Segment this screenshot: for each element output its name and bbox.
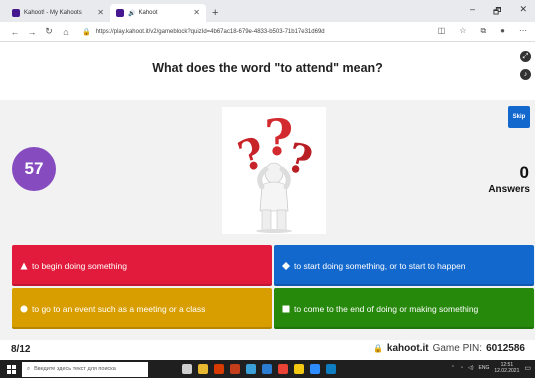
close-window-button[interactable]: ✕ [519,4,527,20]
answer-option-blue[interactable]: to start doing something, or to start to… [274,245,534,286]
edge-icon[interactable] [246,364,256,374]
tab-close-icon[interactable]: ✕ [193,8,200,17]
word-icon[interactable] [262,364,272,374]
game-pin-info: 🔒 kahoot.it Game PIN: 6012586 [373,343,525,354]
game-footer: 8/12 🔒 kahoot.it Game PIN: 6012586 [0,340,535,360]
url-text: https://play.kahoot.it/v2/gameblock?quiz… [95,28,325,35]
address-bar[interactable]: 🔒 https://play.kahoot.it/v2/gameblock?qu… [82,25,432,39]
powerpoint-icon[interactable] [230,364,240,374]
answer-option-yellow[interactable]: to go to an event such as a meeting or a… [12,288,272,329]
browser-tab-strip: Kahoot! - My Kahoots ✕ 🔊 Kahoot ✕ + – 🗗 … [0,0,535,22]
question-counter: 8/12 [11,344,31,355]
reload-icon[interactable]: ↻ [42,26,56,37]
question-title: What does the word "to attend" mean? [152,61,383,75]
diamond-icon [281,261,291,271]
app-icon[interactable] [294,364,304,374]
task-view-icon[interactable] [182,364,192,374]
tab-label: Kahoot [138,10,158,16]
browser-app-icon[interactable] [326,364,336,374]
office-icon[interactable] [214,364,224,374]
countdown-timer: 57 [12,147,56,191]
circle-icon [19,304,29,314]
search-icon: ⌕ [27,365,31,372]
reading-view-icon[interactable]: ◫ [438,26,446,36]
square-icon [281,304,291,314]
answers-count: 0 [519,163,529,182]
search-placeholder: Введите здесь текст для поиска [34,366,116,372]
notifications-icon[interactable]: ▭ [524,364,531,372]
answer-text: to come to the end of doing or making so… [294,303,479,314]
skip-button[interactable]: Skip [508,106,530,128]
back-arrow-icon[interactable]: ← [8,27,22,37]
lock-icon: 🔒 [372,344,383,353]
profile-avatar-icon[interactable]: ● [500,26,505,36]
windows-start-icon[interactable] [0,360,22,378]
home-icon[interactable]: ⌂ [59,27,73,37]
answer-option-green[interactable]: to come to the end of doing or making so… [274,288,534,329]
kahoot-favicon-icon [116,9,124,17]
fullscreen-icon[interactable]: ⤢ [520,51,531,62]
answer-text: to start doing something, or to start to… [294,260,466,271]
tab-kahoot[interactable]: 🔊 Kahoot ✕ [110,4,206,22]
kahoot-favicon-icon [12,9,20,17]
clock-date: 12.02.2021 [494,368,520,374]
system-tray: ⌃ ◔ ◁) ENG 12:51 12.02.2021 ▭ [451,362,531,374]
language-indicator[interactable]: ENG [479,365,490,371]
triangle-icon [19,261,29,271]
question-image: ? ? ? [222,107,326,234]
chrome-icon[interactable] [278,364,288,374]
answer-text: to begin doing something [32,260,127,271]
restore-button[interactable]: 🗗 [493,4,501,20]
collections-icon[interactable]: ⧉ [480,26,486,36]
lock-icon: 🔒 [82,28,91,36]
forward-arrow-icon[interactable]: → [25,27,39,37]
chevron-up-icon[interactable]: ⌃ [451,365,455,371]
zoom-icon[interactable] [310,364,320,374]
network-icon[interactable]: ◔ [460,365,463,371]
browser-toolbar: ← → ↻ ⌂ 🔒 https://play.kahoot.it/v2/game… [0,22,535,42]
sound-icon[interactable]: ♪ [520,69,531,80]
volume-icon[interactable]: ◁) [468,365,474,371]
answer-text: to go to an event such as a meeting or a… [32,303,206,314]
file-explorer-icon[interactable] [198,364,208,374]
clock[interactable]: 12:51 12.02.2021 [494,362,519,374]
tab-my-kahoots[interactable]: Kahoot! - My Kahoots ✕ [6,4,110,22]
answer-option-red[interactable]: to begin doing something [12,245,272,286]
site-name: kahoot.it [386,343,429,354]
minimize-button[interactable]: – [470,4,475,20]
more-menu-icon[interactable]: ⋯ [519,26,527,36]
tab-close-icon[interactable]: ✕ [97,8,104,17]
answers-label: Answers [488,184,530,195]
question-header: What does the word "to attend" mean? ⤢ ♪ [0,43,535,100]
game-pin-label: Game PIN: [432,343,483,354]
tab-label: Kahoot! - My Kahoots [24,10,82,16]
windows-taskbar: ⌕ Введите здесь текст для поиска ⌃ ◔ ◁) … [0,360,535,378]
speaker-icon: 🔊 [128,10,136,17]
confused-person-question-marks-image: ? ? ? [232,108,317,233]
favorites-star-icon[interactable]: ☆ [459,26,466,36]
taskbar-search[interactable]: ⌕ Введите здесь текст для поиска [22,361,148,377]
new-tab-button[interactable]: + [212,7,218,19]
game-pin: 6012586 [486,343,525,354]
